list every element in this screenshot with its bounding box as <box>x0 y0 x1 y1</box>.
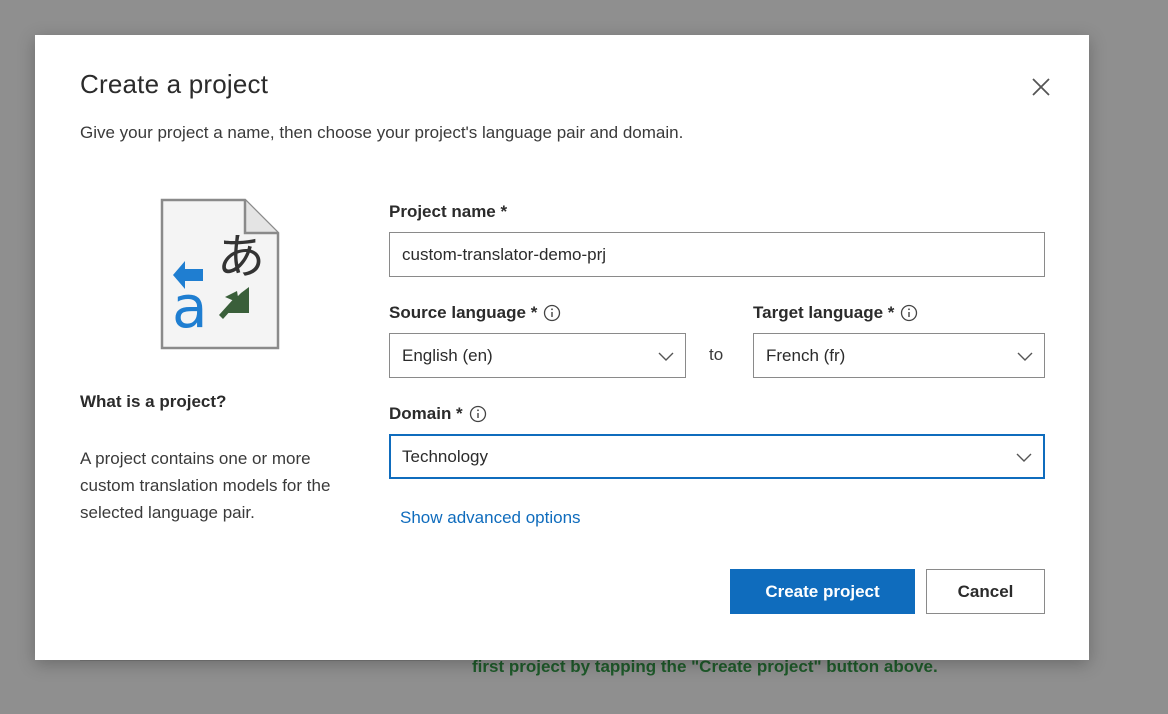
source-language-value: English (en) <box>402 345 493 365</box>
cancel-button[interactable]: Cancel <box>926 569 1045 614</box>
dialog-subtitle: Give your project a name, then choose yo… <box>80 123 684 142</box>
project-name-input[interactable] <box>402 244 1044 265</box>
domain-value: Technology <box>402 446 489 466</box>
to-label: to <box>709 345 724 364</box>
what-is-project-text: A project contains one or more custom tr… <box>80 449 331 522</box>
svg-text:あ: あ <box>217 229 265 285</box>
info-icon[interactable] <box>469 405 487 423</box>
chevron-down-icon <box>658 352 674 361</box>
source-language-label-text: Source language * <box>389 303 538 322</box>
create-project-dialog: Create a project Give your project a nam… <box>35 35 1089 660</box>
source-language-label: Source language * <box>389 303 561 323</box>
chevron-down-icon <box>1016 453 1032 462</box>
show-advanced-options-link[interactable]: Show advanced options <box>400 508 581 528</box>
project-name-field[interactable] <box>389 232 1045 277</box>
what-is-project-heading: What is a project? <box>80 392 227 411</box>
source-language-select[interactable]: English (en) <box>389 333 686 378</box>
project-name-label: Project name * <box>389 202 507 222</box>
svg-text:a: a <box>172 273 208 341</box>
create-project-button[interactable]: Create project <box>730 569 915 614</box>
close-icon <box>1032 78 1050 96</box>
target-language-label-text: Target language * <box>753 303 895 322</box>
domain-select[interactable]: Technology <box>389 434 1045 479</box>
info-icon[interactable] <box>900 304 918 322</box>
domain-label-text: Domain * <box>389 404 463 423</box>
dialog-title: Create a project <box>80 69 269 99</box>
project-name-label-text: Project name * <box>389 202 508 221</box>
backdrop-hint-text: first project by tapping the "Create pro… <box>472 657 938 676</box>
backdrop-divider <box>80 660 440 661</box>
domain-label: Domain * <box>389 404 487 424</box>
target-language-select[interactable]: French (fr) <box>753 333 1045 378</box>
target-language-value: French (fr) <box>766 345 846 365</box>
chevron-down-icon <box>1017 352 1033 361</box>
target-language-label: Target language * <box>753 303 918 323</box>
translation-document-icon: あ a <box>160 198 280 350</box>
info-icon[interactable] <box>543 304 561 322</box>
close-button[interactable] <box>1027 73 1055 101</box>
